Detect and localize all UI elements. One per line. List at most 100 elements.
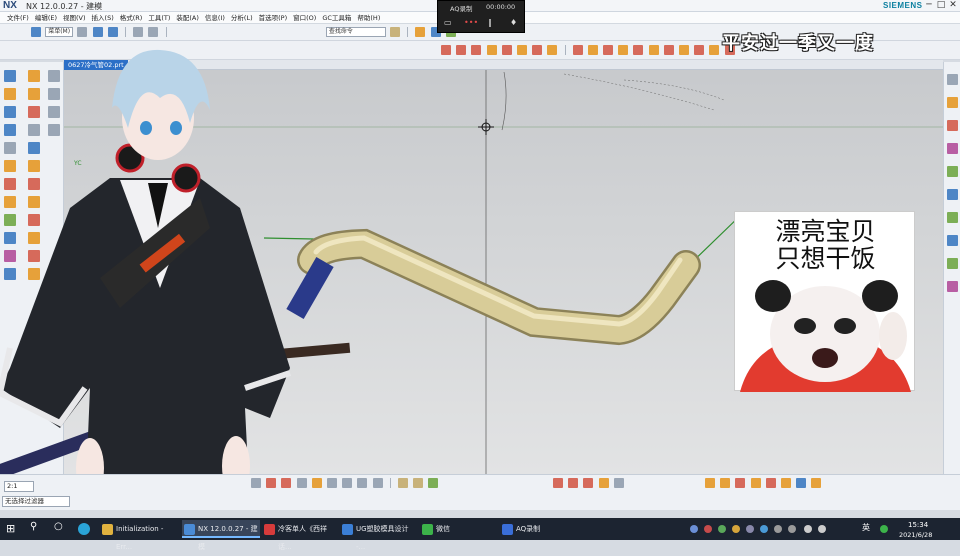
taskbar-app[interactable]: 冷客单人《西祥话...	[262, 520, 338, 551]
mirror-icon[interactable]	[633, 45, 644, 55]
taskbar-app[interactable]: AQ录制	[500, 520, 570, 538]
intersection-icon[interactable]	[413, 478, 424, 488]
menu-item[interactable]: 编辑(E)	[32, 12, 60, 24]
screen-icon[interactable]: ▭	[444, 18, 452, 27]
edge-icon[interactable]	[78, 523, 90, 535]
camera-icon[interactable]	[796, 478, 807, 488]
measure-icon[interactable]	[811, 478, 822, 488]
volume-icon[interactable]	[818, 525, 826, 533]
studio-icon[interactable]	[735, 478, 746, 488]
chart-icon[interactable]	[947, 258, 958, 269]
tray-icon[interactable]	[704, 525, 712, 533]
shaded-icon[interactable]	[705, 478, 715, 488]
sew-icon[interactable]	[709, 45, 720, 55]
zoom-icon[interactable]	[598, 478, 609, 488]
wireframe-icon[interactable]	[720, 478, 731, 488]
shell-icon[interactable]	[516, 45, 527, 55]
settings-icon[interactable]	[947, 74, 958, 85]
tray-icon[interactable]	[690, 525, 698, 533]
extrude-icon[interactable]	[456, 45, 467, 55]
offset-icon[interactable]	[603, 45, 614, 55]
menu-item[interactable]: 视图(V)	[60, 12, 89, 24]
menu-item[interactable]: GC工具箱	[319, 12, 354, 24]
menu-item[interactable]: 格式(R)	[117, 12, 146, 24]
tray-icon[interactable]	[732, 525, 740, 533]
taskbar-app[interactable]: 微信	[420, 520, 498, 538]
face-icon[interactable]	[428, 478, 439, 488]
tray-icon[interactable]	[718, 525, 726, 533]
selection-filter[interactable]: 无选择过滤器	[2, 496, 70, 507]
snap-center-icon[interactable]	[372, 478, 383, 488]
globe-icon[interactable]	[947, 189, 958, 200]
task-view-icon[interactable]: ○	[54, 521, 63, 532]
quadrant-icon[interactable]	[397, 478, 408, 488]
language-indicator[interactable]: 英	[862, 522, 870, 533]
fx-icon[interactable]	[947, 143, 958, 154]
taskbar-app[interactable]: Initialization - Err...	[100, 520, 180, 551]
feature-icon[interactable]	[441, 45, 451, 55]
draft-icon[interactable]	[532, 45, 543, 55]
menu-item[interactable]: 帮助(H)	[354, 12, 383, 24]
background-icon[interactable]	[780, 478, 791, 488]
text-tool-icon[interactable]	[296, 478, 307, 488]
menu-item[interactable]: 分析(L)	[228, 12, 256, 24]
palette-icon[interactable]	[947, 166, 958, 177]
intersect-icon[interactable]	[679, 45, 689, 55]
windows-start-icon[interactable]: ⊞	[6, 522, 15, 535]
revolve-icon[interactable]	[471, 45, 482, 55]
split-icon[interactable]	[694, 45, 705, 55]
mic-icon[interactable]: ♦	[510, 18, 517, 27]
select-icon[interactable]	[251, 478, 261, 488]
blend-icon[interactable]	[486, 45, 497, 55]
arc-tool-icon[interactable]	[281, 478, 292, 488]
flag-icon[interactable]	[947, 120, 958, 131]
menu-item[interactable]: 窗口(O)	[290, 12, 319, 24]
pattern-icon[interactable]	[618, 45, 629, 55]
menu-item[interactable]: 文件(F)	[4, 12, 32, 24]
subtract-icon[interactable]	[663, 45, 674, 55]
menu-item[interactable]: 插入(S)	[89, 12, 117, 24]
menu-item[interactable]: 装配(A)	[173, 12, 202, 24]
wechat-tray-icon[interactable]	[880, 525, 888, 533]
taskbar-app[interactable]: UG塑胶模具设计 -...	[340, 520, 418, 551]
zoom-scale-field[interactable]: 2:1	[4, 481, 34, 492]
rotate-icon[interactable]	[583, 478, 594, 488]
chamfer-icon[interactable]	[501, 45, 512, 55]
unite-icon[interactable]	[648, 45, 659, 55]
tools-icon[interactable]	[947, 281, 958, 292]
tube-icon[interactable]	[587, 45, 598, 55]
ruler-icon[interactable]	[947, 97, 958, 108]
view-orient-icon[interactable]	[553, 478, 563, 488]
clock-icon[interactable]	[947, 235, 958, 246]
snap-end-icon[interactable]	[342, 478, 353, 488]
light-icon[interactable]	[765, 478, 776, 488]
layer-icon[interactable]	[415, 27, 426, 37]
fit-icon[interactable]	[613, 478, 624, 488]
menu-item[interactable]: 首选项(P)	[256, 12, 291, 24]
trim-icon[interactable]	[547, 45, 558, 55]
snap-mid-icon[interactable]	[357, 478, 368, 488]
tray-icon[interactable]	[746, 525, 754, 533]
tray-icon[interactable]	[774, 525, 782, 533]
close-button[interactable]: ✕	[946, 0, 960, 11]
record-icon[interactable]: •••	[464, 18, 478, 27]
clock-time[interactable]: 15:34	[908, 521, 928, 529]
network-icon[interactable]	[804, 525, 812, 533]
section-icon[interactable]	[750, 478, 761, 488]
menu-item[interactable]: 工具(T)	[145, 12, 173, 24]
pause-icon[interactable]: ‖	[488, 18, 492, 27]
search-icon[interactable]	[390, 27, 401, 37]
snap-point-icon[interactable]	[326, 478, 337, 488]
menu-item[interactable]: 信息(I)	[202, 12, 228, 24]
line-tool-icon[interactable]	[266, 478, 277, 488]
pan-icon[interactable]	[568, 478, 579, 488]
sweep-icon[interactable]	[572, 45, 583, 55]
search-icon[interactable]: ⚲	[30, 521, 37, 532]
document-icon[interactable]	[947, 212, 958, 223]
tray-icon[interactable]	[760, 525, 768, 533]
taskbar-app[interactable]: NX 12.0.0.27 - 建模	[182, 520, 260, 551]
dimension-icon[interactable]	[311, 478, 322, 488]
clock-date[interactable]: 2021/6/28	[899, 531, 932, 539]
tray-icon[interactable]	[788, 525, 796, 533]
selection-filter-select[interactable]: 无选择过滤器	[2, 496, 70, 507]
